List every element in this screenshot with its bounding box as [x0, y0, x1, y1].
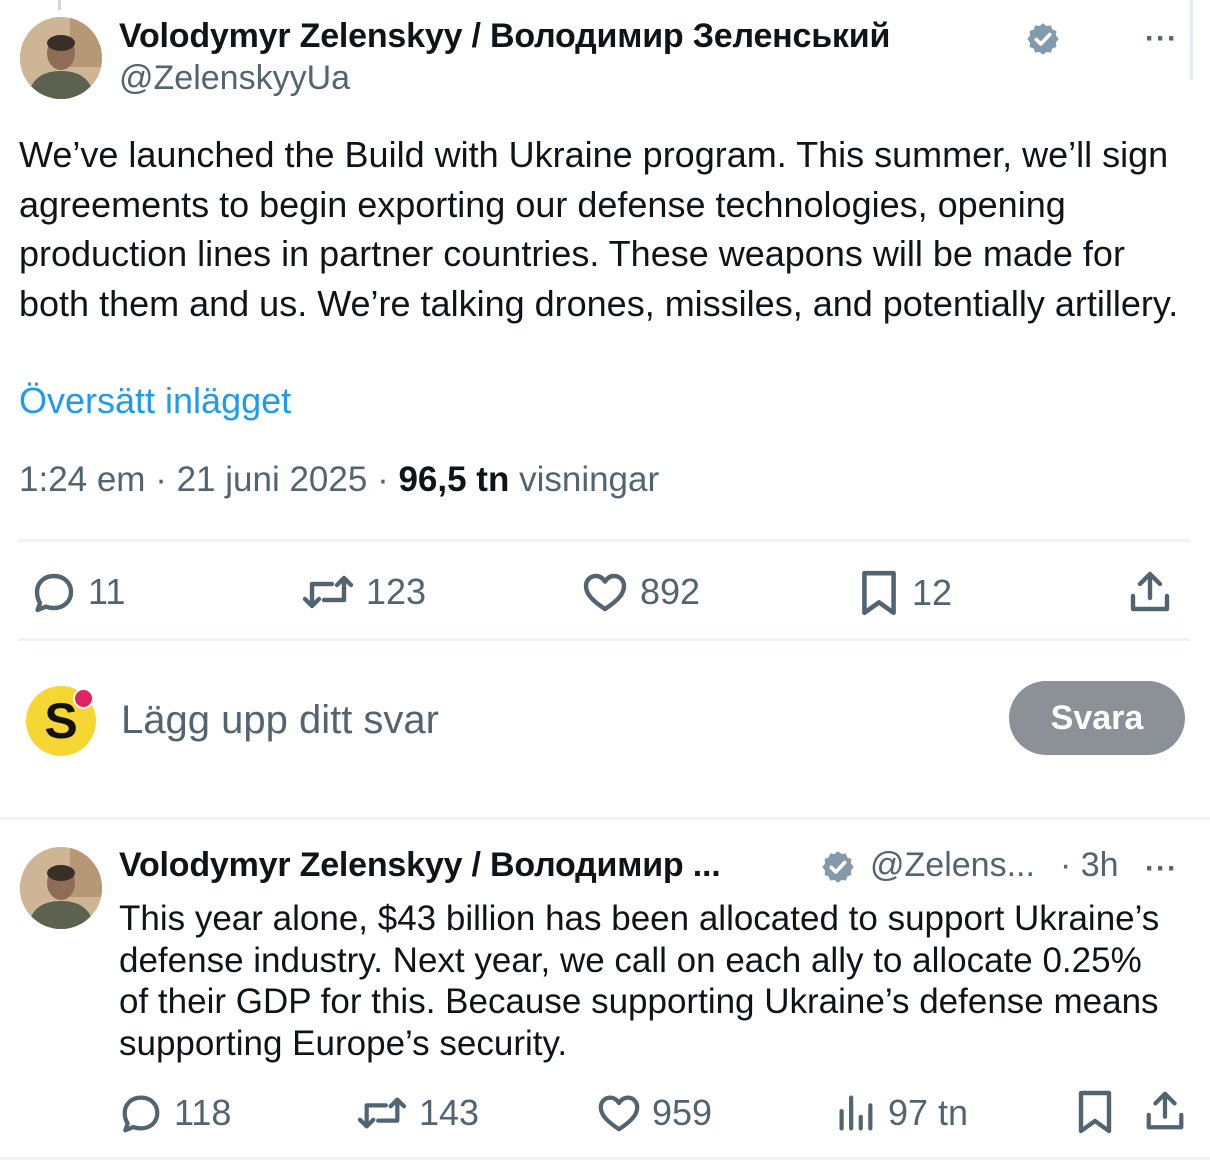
post-date[interactable]: 21 juni 2025 — [177, 460, 368, 499]
bookmark-count: 12 — [912, 572, 953, 613]
thread-like-button[interactable]: 959 — [596, 1090, 712, 1136]
thread-views-count: 97 tn — [888, 1092, 969, 1133]
bookmark-button[interactable]: 12 — [856, 568, 952, 618]
bookmark-icon — [1078, 1090, 1112, 1134]
section-divider — [0, 817, 1210, 820]
thread-post-text: This year alone, $43 billion has been al… — [119, 899, 1160, 1063]
reply-icon — [34, 573, 74, 613]
post-text: We’ve launched the Build with Ukraine pr… — [19, 134, 1179, 324]
like-icon — [598, 1095, 640, 1132]
author-avatar[interactable] — [20, 17, 102, 99]
author-handle[interactable]: @ZelenskyyUa — [119, 59, 350, 98]
thread-reply-count: 118 — [174, 1092, 232, 1133]
share-button[interactable] — [1126, 568, 1174, 616]
thread-author-name[interactable]: Volodymyr Zelenskyy / Володимир ... — [119, 846, 721, 885]
thread-author-handle[interactable]: @Zelens... — [870, 846, 1035, 885]
avatar-portrait-icon — [20, 17, 102, 99]
reply-count: 11 — [88, 571, 126, 612]
thread-like-count: 959 — [652, 1092, 713, 1133]
share-icon — [1146, 1091, 1184, 1130]
thread-repost-button[interactable]: 143 — [355, 1090, 479, 1136]
more-icon[interactable]: ··· — [1145, 852, 1178, 886]
views-icon — [839, 1095, 873, 1131]
author-name[interactable]: Volodymyr Zelenskyy / Володимир Зеленськ… — [119, 17, 890, 56]
verified-badge-icon — [822, 851, 854, 883]
reply-button[interactable]: 11 — [30, 568, 125, 616]
thread-views-button[interactable]: 97 tn — [832, 1090, 968, 1136]
divider — [18, 539, 1190, 542]
bottom-divider — [0, 1157, 1210, 1160]
translate-link[interactable]: Översätt inlägget — [19, 380, 291, 422]
thread-bookmark-button[interactable] — [1073, 1088, 1117, 1136]
thread-top-line — [58, 0, 61, 10]
meta-separator: · — [377, 460, 399, 499]
reply-input[interactable]: Lägg upp ditt svar — [121, 698, 439, 743]
like-icon — [583, 573, 627, 612]
repost-button[interactable]: 123 — [300, 568, 426, 616]
more-icon[interactable]: ··· — [1145, 22, 1178, 56]
thread-reply-button[interactable]: 118 — [118, 1090, 231, 1136]
reply-icon — [122, 1095, 160, 1133]
thread-share-button[interactable] — [1142, 1088, 1188, 1134]
divider — [18, 638, 1190, 641]
thread-post-time[interactable]: · 3h — [1060, 846, 1119, 885]
notification-dot — [73, 688, 94, 709]
post-meta: 1:24 em · 21 juni 2025 · 96,5 tn visning… — [19, 460, 659, 500]
like-count: 892 — [640, 571, 701, 612]
scrollbar-line — [1190, 0, 1193, 80]
reply-submit-button[interactable]: Svara — [1009, 681, 1185, 755]
thread-author-avatar[interactable] — [20, 847, 102, 929]
repost-icon — [302, 575, 354, 609]
repost-icon — [357, 1097, 407, 1129]
meta-separator: · — [155, 460, 177, 499]
current-user-avatar[interactable]: S — [26, 686, 96, 756]
views-label: visningar — [519, 460, 660, 499]
verified-badge-icon — [1027, 23, 1059, 55]
thread-repost-count: 143 — [419, 1092, 480, 1133]
avatar-portrait-icon — [20, 847, 102, 929]
like-button[interactable]: 892 — [580, 568, 700, 616]
bookmark-icon — [862, 570, 896, 616]
views-count: 96,5 tn — [398, 460, 510, 499]
repost-count: 123 — [366, 571, 427, 612]
share-icon — [1130, 571, 1170, 612]
post-time[interactable]: 1:24 em — [19, 460, 145, 499]
